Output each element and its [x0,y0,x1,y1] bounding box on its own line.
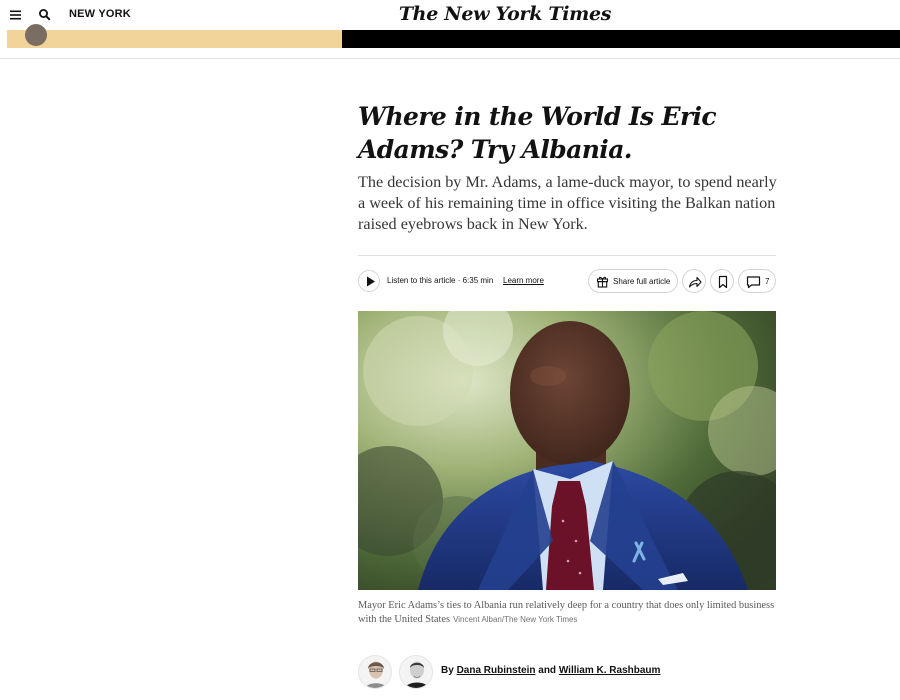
comments-count: 7 [765,277,770,286]
banner-left-panel [7,24,342,48]
comment-icon [746,276,761,289]
section-label[interactable]: NEW YORK [69,8,131,20]
learn-more-link[interactable]: Learn more [503,276,544,285]
hamburger-menu-icon[interactable] [8,7,24,23]
play-audio-button[interactable] [358,270,380,292]
byline: By Dana Rubinstein and William K. Rashba… [441,665,660,676]
share-full-article-button[interactable]: Share full article [588,269,678,293]
save-bookmark-button[interactable] [710,269,734,293]
bookmark-icon [718,275,728,289]
byline-prefix: By [441,665,454,676]
share-arrow-icon [688,276,702,288]
banner-avatar-image [25,24,47,46]
photo-credit: Vincent Alban/The New York Times [453,615,578,624]
share-button[interactable] [682,269,706,293]
masthead-logo[interactable]: The New York Times [375,3,635,25]
photo-caption: Mayor Eric Adams’s ties to Albania run r… [358,599,778,627]
author-link-dana-rubinstein[interactable]: Dana Rubinstein [457,665,536,676]
play-icon [367,276,375,287]
byline-joiner: and [538,665,557,676]
author-link-william-rashbaum[interactable]: William K. Rashbaum [559,665,661,676]
promo-banner[interactable] [0,24,900,48]
article-photo [358,311,776,590]
author-avatar-william-rashbaum[interactable] [399,655,433,689]
article-headline: Where in the World Is Eric Adams? Try Al… [358,102,717,164]
header-divider [0,58,900,59]
summary-divider [358,255,776,256]
search-icon[interactable] [37,7,53,23]
listen-label: Listen to this article · 6:35 min [387,276,494,285]
gift-icon [596,276,609,288]
author-avatar-dana-rubinstein[interactable] [358,655,392,689]
article-summary: The decision by Mr. Adams, a lame-duck m… [358,173,777,233]
banner-right-panel [342,30,900,48]
share-button-label: Share full article [613,277,671,286]
top-nav-bar: NEW YORK The New York Times [0,0,900,30]
comments-button[interactable]: 7 [738,269,776,293]
